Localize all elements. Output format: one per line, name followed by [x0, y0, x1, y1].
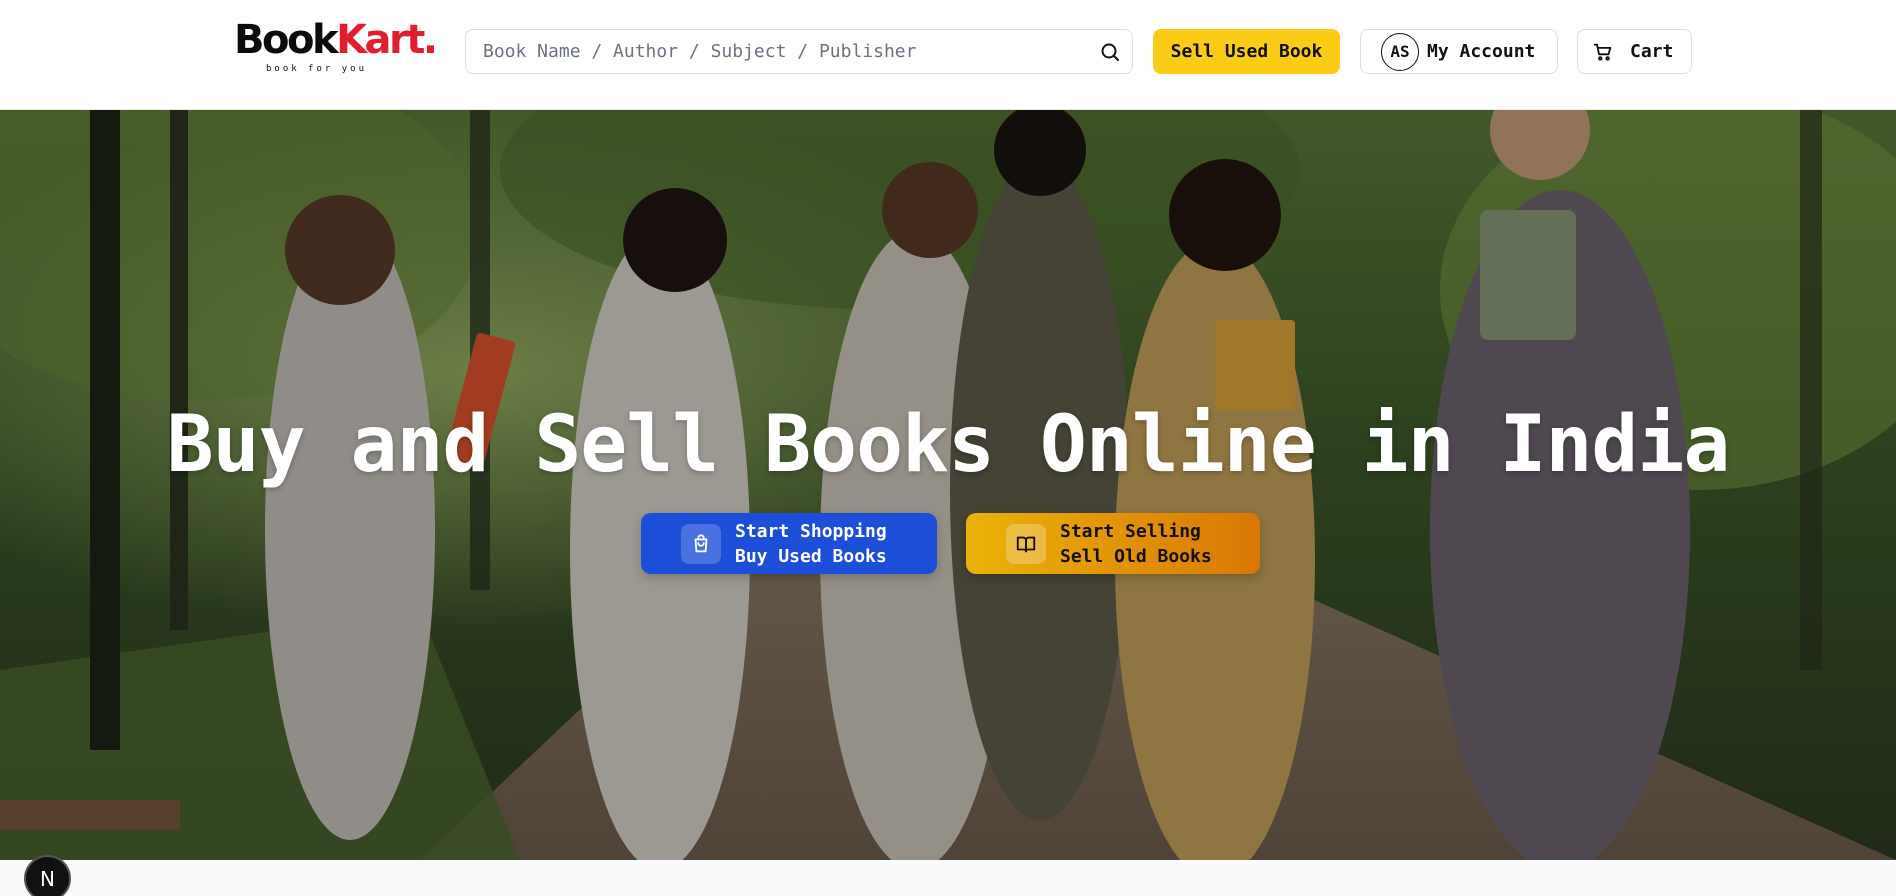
start-shopping-button[interactable]: Start Shopping Buy Used Books [641, 513, 937, 574]
cart-button[interactable]: Cart [1577, 29, 1692, 74]
my-account-button[interactable]: AS My Account [1360, 29, 1558, 74]
cart-label: Cart [1630, 41, 1674, 62]
book-open-icon [1006, 523, 1046, 564]
start-shopping-line1: Start Shopping [735, 520, 887, 542]
start-shopping-line2: Buy Used Books [735, 545, 887, 567]
logo-text-book: Book [234, 17, 339, 63]
my-account-label: My Account [1427, 41, 1536, 62]
nextjs-dev-badge[interactable]: N [24, 855, 71, 896]
start-selling-line2: Sell Old Books [1060, 545, 1212, 567]
hero-section: Buy and Sell Books Online in India Start… [0, 110, 1896, 860]
search-input[interactable] [467, 31, 1077, 72]
start-selling-button[interactable]: Start Selling Sell Old Books [966, 513, 1260, 574]
shopping-bag-icon [681, 523, 721, 564]
sell-used-book-button[interactable]: Sell Used Book [1153, 29, 1340, 74]
start-selling-line1: Start Selling [1060, 520, 1201, 542]
site-header: BookKart. book for you Sell Used Book AS… [0, 0, 1896, 110]
search-icon[interactable] [1098, 40, 1122, 64]
avatar: AS [1381, 32, 1419, 71]
logo-text-kart: Kart. [336, 17, 438, 63]
hero-title: Buy and Sell Books Online in India [166, 400, 1731, 490]
cart-icon [1593, 43, 1612, 61]
bookkart-logo[interactable]: BookKart. book for you [234, 20, 438, 76]
logo-tagline: book for you [266, 64, 368, 74]
search-bar [465, 29, 1133, 74]
